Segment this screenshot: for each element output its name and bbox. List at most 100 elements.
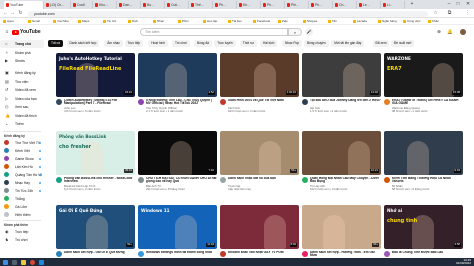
browser-tab[interactable]: Ch... [333,1,357,9]
bookmark-item[interactable]: Facebook [253,18,270,25]
browser-tab[interactable]: Cuti... [165,1,189,9]
video-card[interactable]: 1:02:15 Xuân Hinh 2004 Và Quê Tôi Việt Na… [220,53,299,115]
subscription-item[interactable]: Kênh Việt [0,147,44,155]
channel-avatar[interactable] [138,251,144,257]
sidebar-item[interactable]: ↺ Video đã xem [0,86,44,94]
start-icon[interactable] [3,259,8,265]
video-thumbnail[interactable]: 4:52 [138,53,217,97]
bookmark-item[interactable]: Nhạc [153,18,164,25]
video-title[interactable]: Danh sách kết hợp - Hương Tràm - Em Gái … [310,251,381,259]
filter-chip[interactable]: Bóng đá [194,40,212,47]
bookmark-item[interactable]: Gmail [28,18,40,25]
video-card[interactable]: 4:52 5 Nhịp Đường Tình Lâu - Chu Thúy Quỳ… [138,53,217,115]
video-thumbnail[interactable]: Phỏng vấn BossLink cho fresher 45:31 [56,131,135,175]
sidebar-item[interactable]: ▶ Shorts [0,57,44,65]
video-card[interactable]: Gái Ơi É Quê Đứng 50+ Danh sách kết hợp - … [56,205,135,257]
bookmark-item[interactable]: Tài liệu [228,18,242,25]
video-thumbnail[interactable]: 12:40 [302,53,381,97]
bookmark-item[interactable]: YouTube [53,18,69,25]
video-thumbnail[interactable]: 7:16 [138,131,217,175]
sidebar-item[interactable]: ◉ Trực tiếp [0,228,44,236]
create-video-icon[interactable]: ⊕ [436,29,442,35]
filter-chip[interactable]: Hoạt hình [148,40,169,47]
browser-tab[interactable]: Ph... [261,1,285,9]
browser-menu-icon[interactable]: ⋮ [464,10,471,17]
video-title[interactable]: Kiếm Tiền Bằng Thương Hiệu Cá Nhân #shor… [392,177,463,185]
bookmark-item[interactable]: Tiki [328,18,337,25]
video-card[interactable]: Juho's AutoHotkey Tutorial FileRead FileR… [56,53,135,115]
video-card[interactable]: Phỏng vấn BossLink cho fresher 45:31 Phỏng … [56,131,135,193]
video-card[interactable]: 7:16 CHỦ TỊCH ĐẠI SẮT CỐ ĐƠN DÀNH CHO AI … [138,131,217,193]
bookmark-item[interactable]: Dịch [128,18,138,25]
video-card[interactable]: 50+ Danh sách kết hợp - Hương Tràm - Em G… [302,205,381,257]
bookmark-star-icon[interactable]: ☆ [432,10,439,17]
video-thumbnail[interactable]: 9:33 [384,131,463,175]
video-card[interactable]: 9:33 Kiếm Tiền Bằng Thương Hiệu Cá Nhân #… [384,131,463,193]
browser-tab[interactable]: Bọ... [141,1,165,9]
browser-tab[interactable]: Ph... [309,1,333,9]
video-title[interactable]: 5 Nhịp Đường Tình Lâu - Chu Thúy Quỳnh |… [146,99,217,107]
vscode-icon[interactable] [39,259,44,265]
video-card[interactable]: 12:40 Tại sao DEO của Johnny Dang lên đến… [302,53,381,115]
channel-avatar[interactable] [56,99,62,105]
browser-tab[interactable]: (13) Ch... [44,1,71,9]
bookmark-item[interactable]: Tin tức [103,18,116,25]
subscription-item[interactable]: Nhạc Hay [0,179,44,187]
maximize-button[interactable]: □ [453,1,463,8]
bookmark-item[interactable]: Lazada [353,18,367,25]
taskbar-search-icon[interactable] [12,259,17,265]
subscription-item[interactable]: Tin Tức 24h [0,187,44,195]
subscription-item[interactable]: Game Show [0,155,44,163]
sidebar-item[interactable]: ⌂ Trang chủ [0,40,44,48]
bookmark-item[interactable]: Công việc [403,18,420,25]
video-card[interactable]: 10:21 Quắc Hồng Đại Nhân Cau Mày Chuyện .… [302,131,381,193]
reload-icon[interactable]: ↻ [17,10,24,17]
filter-chip[interactable]: Đã xem [372,40,390,47]
sidebar-item[interactable]: ◷ Xem sau [0,103,44,111]
video-thumbnail[interactable]: 50+ [220,131,299,175]
search-input[interactable]: Tìm kiếm [140,28,288,36]
filter-chip[interactable]: Mới tải lên gần đây [331,40,365,47]
filter-chip[interactable]: Nhạc Pop [282,40,302,47]
channel-avatar[interactable] [56,177,62,183]
video-thumbnail[interactable]: Juho's AutoHotkey Tutorial FileRead FileR… [56,53,135,97]
file-explorer-icon[interactable] [21,259,26,265]
youtube-logo[interactable]: YouTube [12,29,41,35]
bookmark-item[interactable]: Ngân hàng [378,18,397,25]
video-title[interactable]: Danh sách kết hợp - Gái Ơi É Quê Đứng [64,251,135,255]
video-thumbnail[interactable]: Gái Ơi É Quê Đứng 50+ [56,205,135,249]
channel-avatar[interactable] [302,177,308,183]
sidebar-item[interactable]: ⌄ Thêm [0,120,44,128]
video-title[interactable]: Phỏng vấn BossLink cho fresher - BossCod… [64,177,135,185]
channel-avatar[interactable] [56,251,62,257]
video-title[interactable]: Tại sao DEO của Johnny Dang lên đến 2 tr… [310,99,381,103]
video-thumbnail[interactable]: 8:49 [220,205,299,249]
filter-chip[interactable]: Hài kịch [260,40,278,47]
subscription-item[interactable]: Lân Kim Hồ [0,163,44,171]
account-avatar[interactable] [460,29,466,35]
chrome-icon[interactable] [30,259,35,265]
bookmark-item[interactable]: Zalo [278,18,288,25]
subscription-item[interactable]: Hiện thêm [0,211,44,219]
video-thumbnail[interactable]: 50+ [302,205,381,249]
sidebar-item[interactable]: ♞ Trò chơi [0,236,44,244]
browser-tab[interactable]: Phl... [285,1,309,9]
video-card[interactable]: Nhớ ai chung tình 3:58 Đâu là Chung Tình Đư… [384,205,463,257]
filter-chip[interactable]: Trò chơi [172,40,190,47]
sidebar-item[interactable]: ▣ Kênh đăng ký [0,69,44,77]
video-thumbnail[interactable]: WARZONE ERA7 15:08 [384,53,463,97]
browser-tab[interactable]: Le... [357,1,381,9]
video-title[interactable]: Khoảnh khắc Vân Nhật GÂY TV PGM [228,251,299,255]
bookmark-item[interactable]: Phim [178,18,189,25]
forward-icon[interactable]: → [9,10,16,17]
filter-chip[interactable]: Đề xuất mới [391,40,415,47]
filter-chip[interactable]: Bóng chuyền [304,40,329,47]
filter-chip[interactable]: Tất cả [48,40,63,47]
video-title[interactable]: Xuân Hinh 2004 Và Quê Tôi Việt Nam [228,99,299,103]
url-field[interactable]: youtube.com [28,10,428,17]
subscription-item[interactable]: Quảng Tân Hồ Vịt [0,171,44,179]
video-card[interactable]: WARZONE ERA7 15:08 ERA7 (Game of Truths) ON… [384,53,463,115]
subscription-item[interactable]: Thơ Thơ Việt TV [0,139,44,147]
sidebar-item[interactable]: ▤ Thư viện [0,78,44,86]
channel-avatar[interactable] [302,251,308,257]
